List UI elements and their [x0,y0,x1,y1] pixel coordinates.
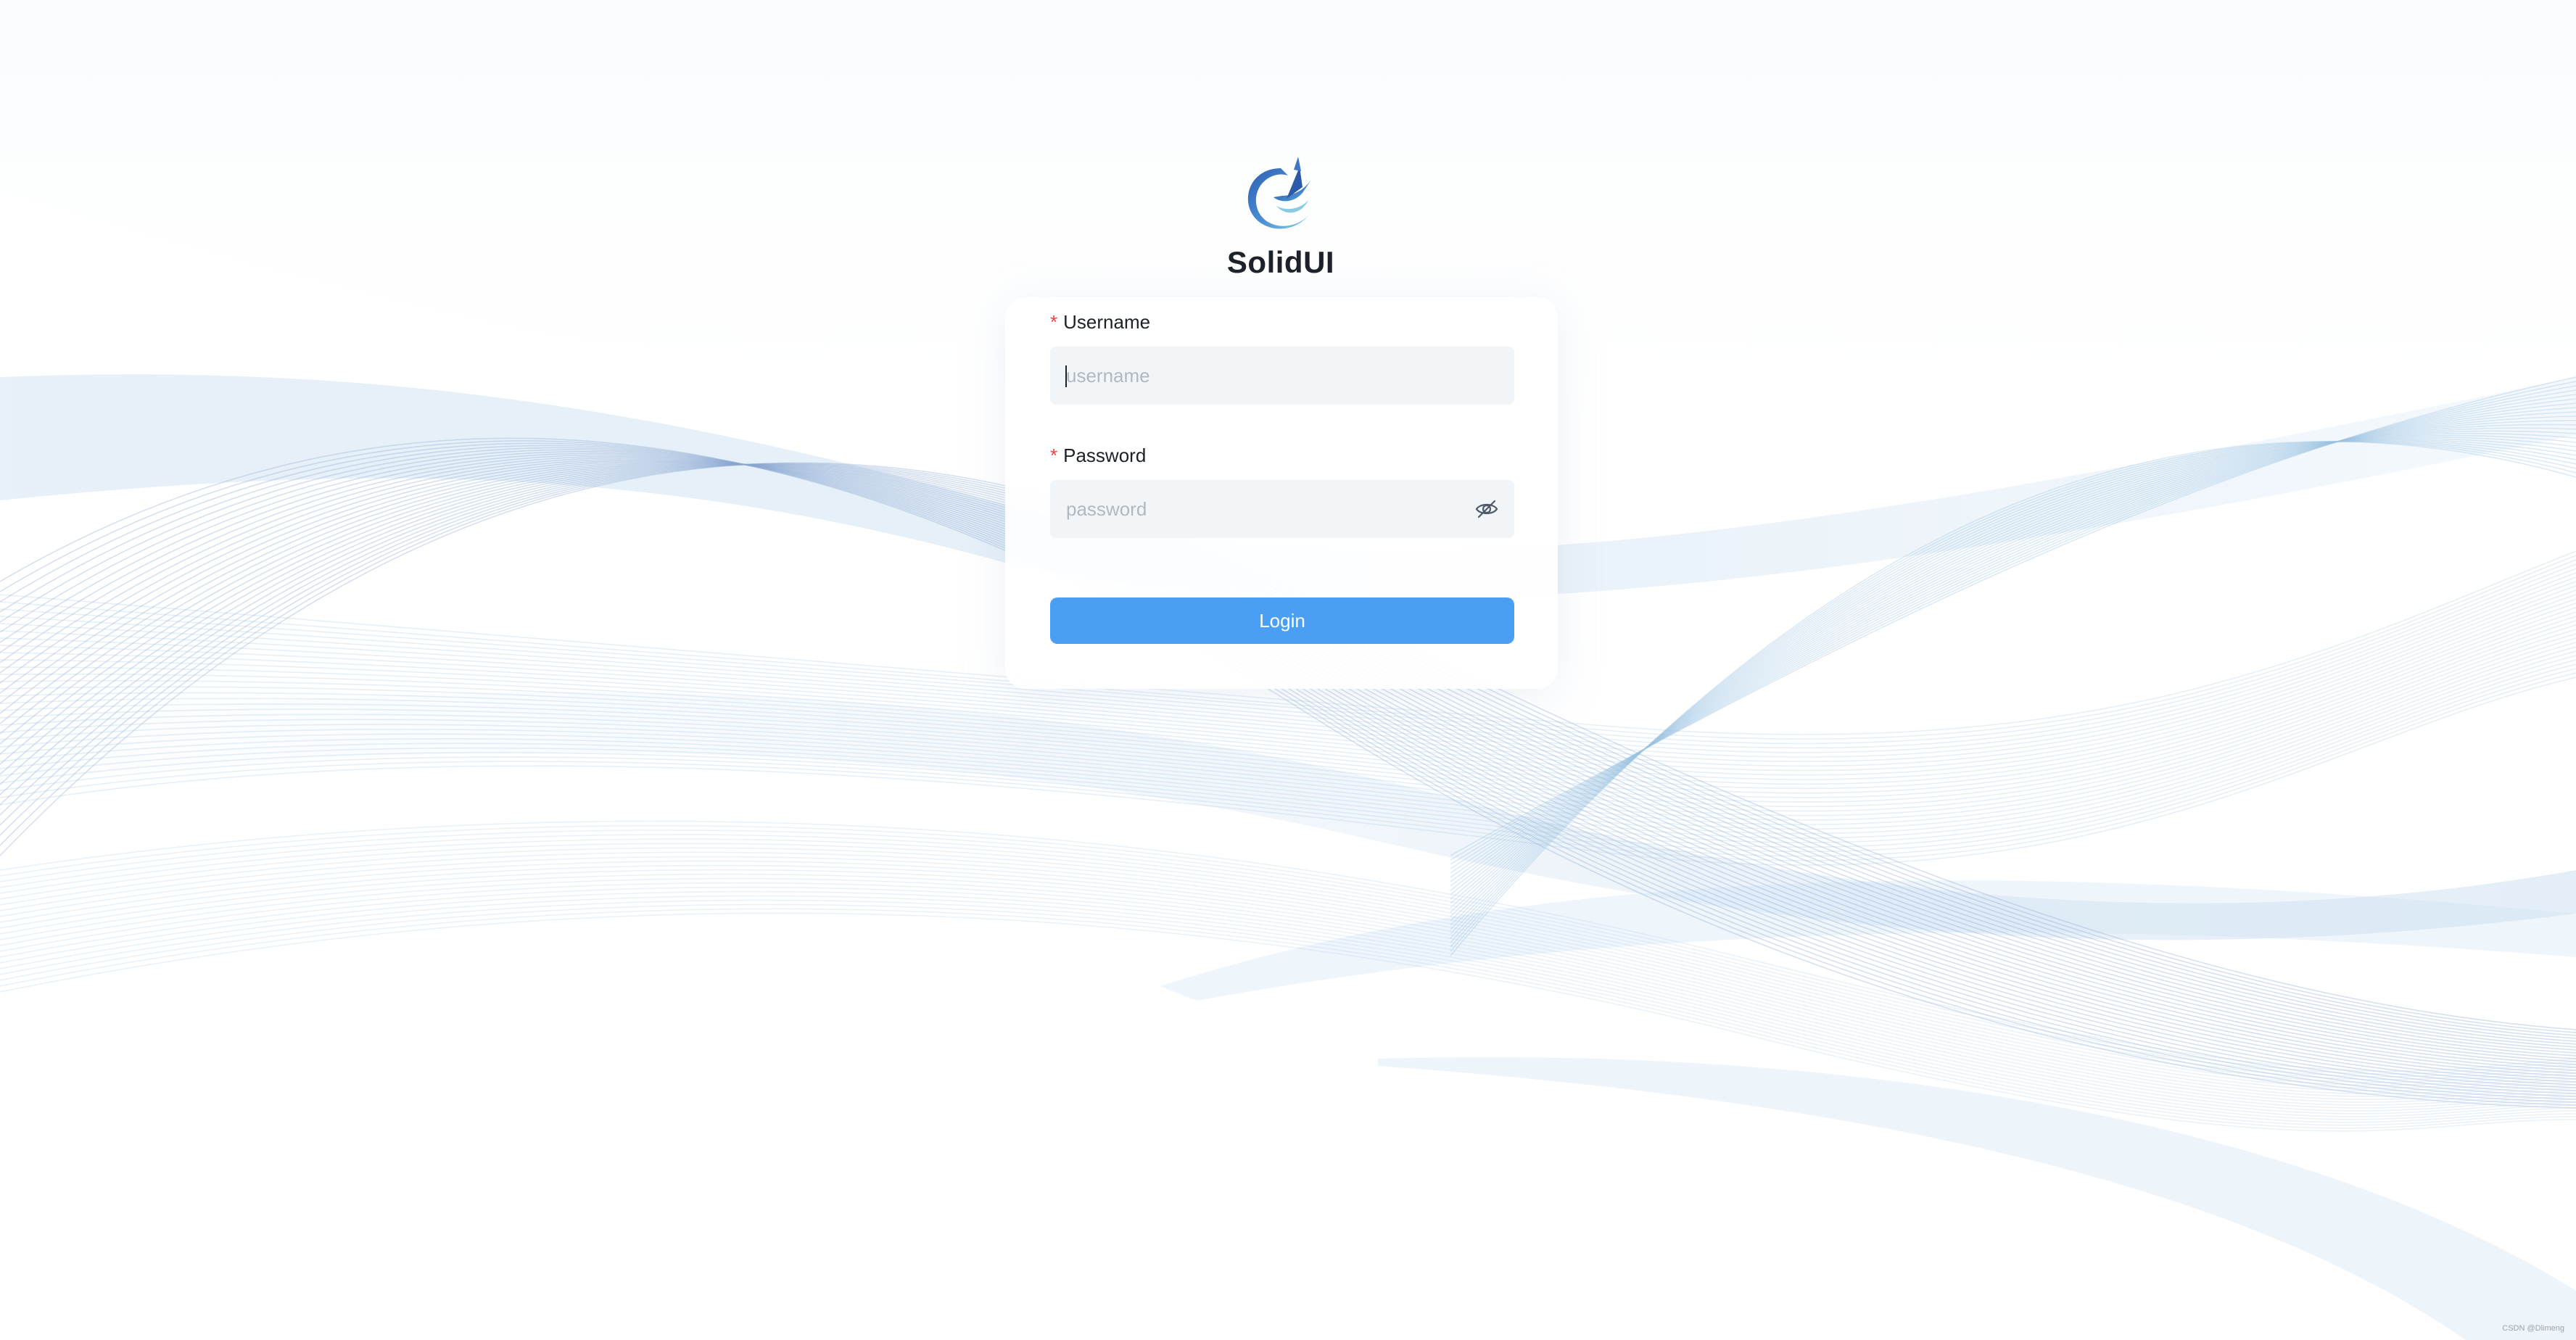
password-input[interactable] [1050,480,1488,538]
required-mark: * [1050,444,1058,466]
brand-name: SolidUI [1226,245,1335,279]
login-form: *Username *Password Login [1050,306,1514,644]
brand: SolidUI [1208,152,1353,280]
username-label-text: Username [1063,311,1151,333]
solidui-logo-icon [1247,157,1311,229]
username-input[interactable] [1050,347,1488,405]
login-card: *Username *Password Login [1005,297,1558,689]
password-label: * Password [1050,439,1514,471]
text-caret [1065,365,1067,387]
username-field-wrapper [1050,347,1514,405]
login-page: SolidUI *Username *Password [0,0,2576,1340]
watermark: CSDN @Dlimeng [2502,1324,2564,1333]
required-mark: * [1050,311,1058,333]
password-field-wrapper [1050,480,1514,538]
login-button[interactable]: Login [1050,597,1514,644]
password-label-text: Password [1063,444,1147,466]
username-label: * Username [1050,306,1514,338]
eye-slash-icon[interactable] [1474,496,1500,522]
